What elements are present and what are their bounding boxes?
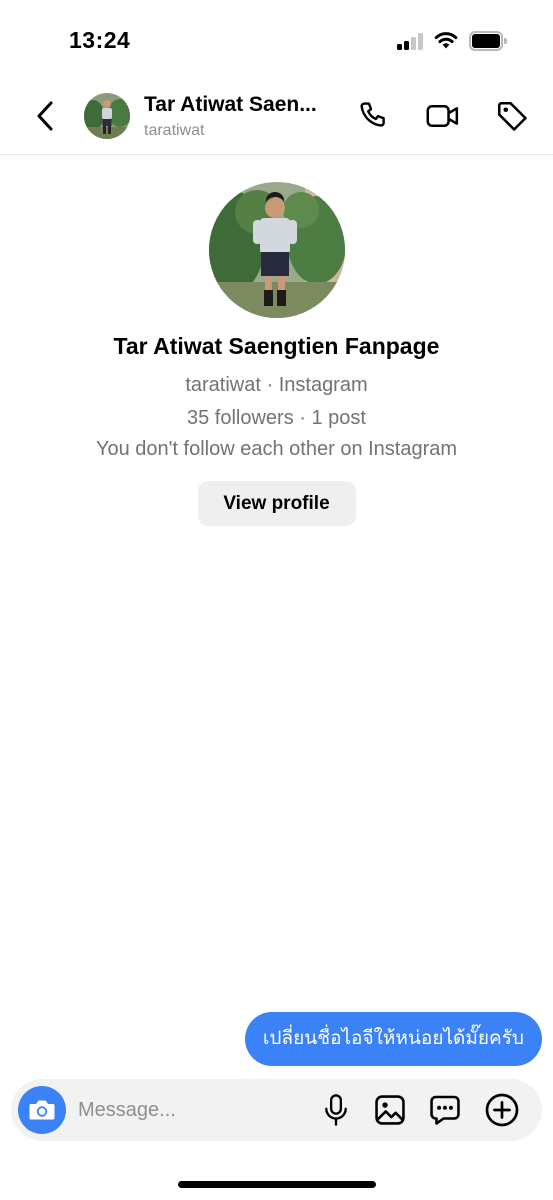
camera-button[interactable] xyxy=(18,1086,66,1134)
profile-source: taratiwat · Instagram xyxy=(185,374,368,396)
camera-icon xyxy=(29,1100,55,1120)
profile-card: Tar Atiwat Saengtien Fanpage taratiwat ·… xyxy=(0,182,553,526)
voice-message-button[interactable] xyxy=(318,1092,354,1128)
header-avatar[interactable] xyxy=(84,93,130,139)
battery-icon xyxy=(469,31,508,51)
profile-stats: 35 followers · 1 post xyxy=(187,407,366,429)
status-time: 13:24 xyxy=(69,27,131,53)
status-bar: 13:24 xyxy=(0,0,553,80)
tag-icon xyxy=(497,101,527,131)
video-call-button[interactable] xyxy=(425,98,461,134)
sticker-button[interactable] xyxy=(427,1092,463,1128)
message-bubble-outgoing[interactable]: เปลี่ยนชื่อไอจีให้หน่อยได้มั๊ยครับ xyxy=(244,1012,542,1066)
home-indicator[interactable] xyxy=(178,1181,376,1188)
sticker-icon xyxy=(430,1095,460,1125)
cellular-signal-icon xyxy=(397,32,424,50)
image-icon xyxy=(375,1095,405,1125)
label-button[interactable] xyxy=(494,98,530,134)
follow-status-note: You don't follow each other on Instagram xyxy=(95,438,458,460)
header-name[interactable]: Tar Atiwat Saen... xyxy=(144,93,344,117)
view-profile-button[interactable]: View profile xyxy=(197,481,356,526)
voice-call-button[interactable] xyxy=(356,98,392,134)
back-icon xyxy=(37,101,53,131)
phone-icon xyxy=(360,102,385,127)
back-button[interactable] xyxy=(28,98,62,134)
chat-header: Tar Atiwat Saen... taratiwat xyxy=(0,80,553,155)
plus-icon xyxy=(485,1093,519,1127)
wifi-icon xyxy=(434,32,458,49)
more-options-button[interactable] xyxy=(484,1092,520,1128)
dm-screen: 13:24 Tar Atiwat Saen... taratiwat Tar A… xyxy=(0,0,553,1200)
profile-avatar[interactable] xyxy=(208,182,345,318)
message-input[interactable] xyxy=(78,1092,308,1128)
gallery-button[interactable] xyxy=(372,1092,408,1128)
message-composer xyxy=(11,1079,542,1141)
video-camera-icon xyxy=(426,105,459,127)
header-username: taratiwat xyxy=(144,122,205,139)
profile-name: Tar Atiwat Saengtien Fanpage xyxy=(113,333,440,359)
microphone-icon xyxy=(325,1094,347,1126)
